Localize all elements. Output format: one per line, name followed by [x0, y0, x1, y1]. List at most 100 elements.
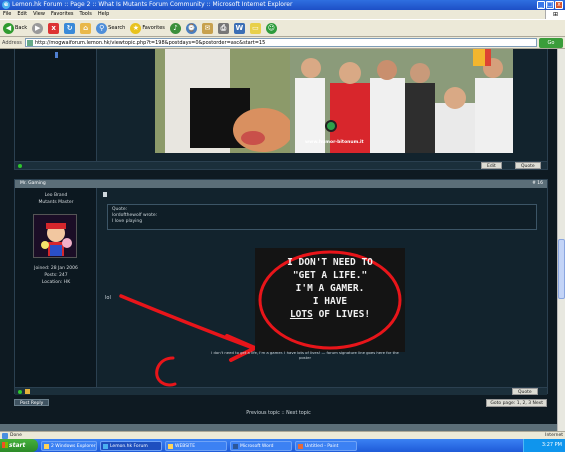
maximize-button[interactable]: □: [546, 1, 554, 9]
gamer-lives-text: OF LIVES!: [318, 309, 371, 320]
forward-button[interactable]: ▶: [31, 21, 44, 35]
refresh-icon: ↻: [64, 22, 76, 34]
status-text: Done: [10, 433, 22, 438]
quote-content: I love playing: [112, 219, 143, 224]
menu-bar: File Edit View Favorites Tools Help: [0, 10, 565, 19]
folder-icon: [168, 443, 173, 449]
poster-avatar: [33, 214, 77, 258]
gamer-line-2: "GET A LIFE.": [292, 270, 368, 281]
print-button[interactable]: ⎙: [217, 21, 230, 35]
window-controls: _ □ x: [537, 1, 563, 9]
quote-post-2-button[interactable]: Quote: [512, 388, 538, 395]
menu-file[interactable]: File: [3, 10, 11, 19]
post-2-footer: Quote: [15, 387, 547, 395]
system-tray: 3:27 PM: [523, 439, 565, 452]
post-2-subject: Mr. Gaming: [20, 181, 46, 186]
messenger-button[interactable]: ☺: [265, 21, 278, 35]
address-url: http://mogwaiforum.lemon.hk/viewtopic.ph…: [35, 40, 266, 46]
poster-rank: Mutants Master: [38, 200, 74, 205]
scrollbar-thumb[interactable]: [558, 239, 565, 299]
poster-name[interactable]: Leo Brand: [15, 193, 97, 198]
toolbar: ◀ Back ▶ x ↻ ⌂ ⚲ Search ★ Favorites ♪ ⌚: [0, 19, 565, 37]
start-button[interactable]: start: [0, 439, 38, 452]
edit-button[interactable]: W: [233, 21, 246, 35]
search-label: Search: [108, 25, 126, 31]
paint-icon: [298, 443, 303, 449]
edit-post-button[interactable]: Edit: [481, 162, 502, 169]
edit-icon: W: [233, 22, 245, 34]
close-button[interactable]: x: [555, 1, 563, 9]
mail-button[interactable]: ✉: [201, 21, 214, 35]
address-input[interactable]: http://mogwaiforum.lemon.hk/viewtopic.ph…: [25, 38, 537, 47]
post-2: Mr. Gaming # 16 Leo Brand Mutants Master: [14, 179, 548, 395]
taskbar-item-word[interactable]: Microsoft Word: [230, 440, 292, 451]
back-button[interactable]: ◀ Back: [2, 21, 28, 35]
favorites-button[interactable]: ★ Favorites: [129, 21, 166, 35]
warning-icon: [25, 389, 30, 394]
clock[interactable]: 3:27 PM: [542, 442, 562, 448]
task-label: Untitled - Paint: [305, 443, 339, 449]
home-button[interactable]: ⌂: [79, 21, 92, 35]
stop-button[interactable]: x: [47, 21, 60, 35]
menu-view[interactable]: View: [33, 10, 45, 19]
search-icon: ⚲: [96, 22, 108, 34]
topic-nav-links[interactable]: Previous topic :: Next topic: [0, 411, 557, 416]
poster-posts: Posts: 247: [44, 273, 68, 278]
menu-tools[interactable]: Tools: [80, 10, 92, 19]
history-button[interactable]: ⌚: [185, 21, 198, 35]
forward-arrow-icon: ▶: [32, 22, 44, 34]
minimize-button[interactable]: _: [537, 1, 545, 9]
mario-avatar-image: [34, 215, 76, 257]
menu-edit[interactable]: Edit: [17, 10, 27, 19]
football-fans-image: www.humor-bitonum.it: [155, 49, 513, 153]
quote-block: Quote: lordofthewolf wrote: I love playi…: [107, 204, 537, 230]
media-icon: ♪: [169, 22, 181, 34]
task-label: 2 Windows Explorer: [51, 443, 96, 449]
discuss-button[interactable]: ▭: [249, 21, 262, 35]
post-1-sidebar: [15, 49, 97, 169]
taskbar-item-paint[interactable]: Untitled - Paint: [295, 440, 357, 451]
menu-help[interactable]: Help: [98, 10, 109, 19]
gamer-image: I DON'T NEED TO "GET A LIFE." I'M A GAME…: [255, 248, 405, 352]
mail-icon: ✉: [201, 22, 213, 34]
gamer-lots-text: LOTS: [289, 309, 313, 320]
address-label: Address: [2, 39, 22, 46]
pagination-links[interactable]: Goto page: 1, 2, 3 Next: [486, 399, 547, 407]
start-label: start: [9, 442, 26, 449]
refresh-button[interactable]: ↻: [63, 21, 76, 35]
messenger-icon: ☺: [265, 22, 277, 34]
taskbar-item-forum[interactable]: Lemon.hk Forum: [100, 440, 162, 451]
post-reply-button[interactable]: Post Reply: [14, 399, 50, 406]
taskbar-item-explorer[interactable]: 2 Windows Explorer: [41, 440, 97, 451]
forum-footer-bar: [0, 424, 557, 431]
gamer-line-4: I HAVE: [312, 296, 348, 307]
ie-icon: [103, 443, 108, 449]
media-button[interactable]: ♪: [169, 21, 182, 35]
windows-flag-icon: ⊞: [545, 10, 565, 19]
stop-icon: x: [48, 22, 60, 34]
history-icon: ⌚: [185, 22, 197, 34]
go-button[interactable]: Go: [539, 37, 563, 48]
post-2-header: Mr. Gaming # 16: [15, 180, 547, 188]
post-signature: I don't need to get a life, I'm a gamer.…: [211, 350, 399, 360]
search-button[interactable]: ⚲ Search: [95, 21, 126, 35]
image-watermark: www.humor-bitonum.it: [305, 140, 364, 145]
task-label: Lemon.hk Forum: [110, 443, 148, 449]
vertical-scrollbar[interactable]: [557, 49, 565, 431]
poster-joined: Joined: 28 Jan 2006: [34, 266, 78, 271]
task-label: WEBSITE: [175, 443, 196, 449]
taskbar-item-website[interactable]: WEBSITE: [165, 440, 227, 451]
screen: e Lemon.hk Forum :: Page 2 :: What Is Mu…: [0, 0, 565, 452]
window-title: Lemon.hk Forum :: Page 2 :: What Is Muta…: [12, 1, 293, 8]
red-arrow-annotation: [119, 294, 257, 387]
reply-text: lol: [105, 295, 111, 301]
star-icon: ★: [130, 22, 142, 34]
page-favicon-icon: [27, 40, 33, 46]
taskbar: start 2 Windows Explorer Lemon.hk Forum …: [0, 439, 565, 452]
print-icon: ⎙: [217, 22, 229, 34]
menu-favorites[interactable]: Favorites: [51, 10, 74, 19]
title-bar: e Lemon.hk Forum :: Page 2 :: What Is Mu…: [0, 0, 565, 10]
quote-post-button[interactable]: Quote: [515, 162, 541, 169]
online-status-icon: [18, 390, 22, 394]
user-icon: [55, 52, 58, 58]
